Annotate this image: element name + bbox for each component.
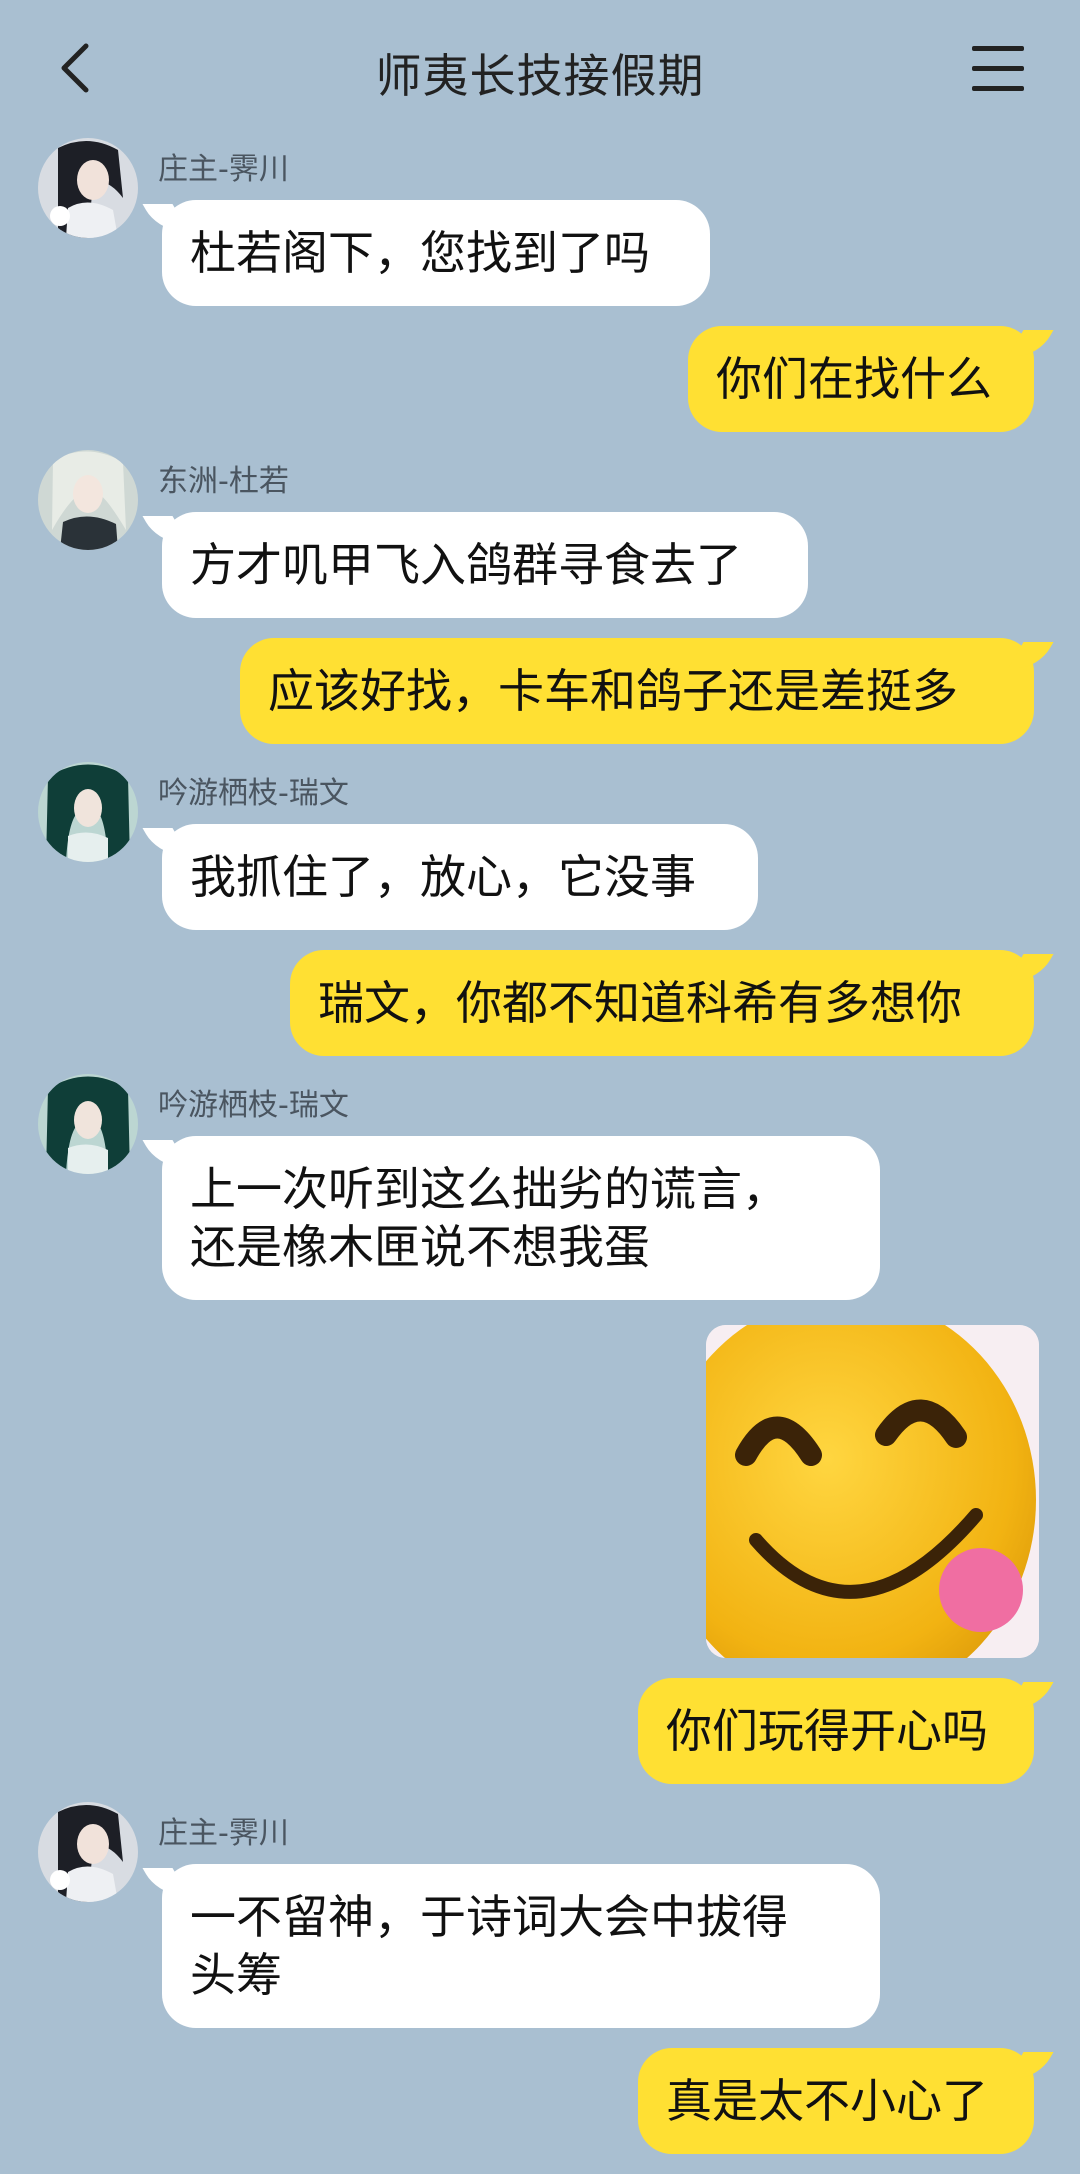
message-bubble[interactable]: 你们在找什么 — [688, 326, 1034, 432]
avatar[interactable] — [38, 1802, 138, 1902]
message-line: 上一次听到这么拙劣的谎言， — [190, 1162, 788, 1216]
avatar-ruiwen-icon — [38, 762, 138, 862]
avatar-duruo-icon — [38, 450, 138, 550]
avatar-jichuan-icon — [38, 138, 138, 238]
avatar[interactable] — [38, 450, 138, 550]
chat-header: 师夷长技接假期 — [0, 0, 1080, 135]
message-bubble[interactable]: 应该好找，卡车和鸽子还是差挺多 — [240, 638, 1034, 744]
smiley-sticker-icon — [706, 1325, 1039, 1658]
chat-title: 师夷长技接假期 — [375, 49, 705, 103]
sticker-image[interactable] — [706, 1325, 1039, 1658]
message-bubble[interactable]: 上一次听到这么拙劣的谎言， 还是橡木匣说不想我蛋 — [162, 1136, 880, 1300]
menu-button[interactable] — [972, 46, 1028, 92]
message-bubble[interactable]: 我抓住了，放心，它没事 — [162, 824, 758, 930]
avatar-ruiwen-icon — [38, 1074, 138, 1174]
menu-icon — [972, 46, 1024, 51]
avatar[interactable] — [38, 762, 138, 862]
message-bubble[interactable]: 瑞文，你都不知道科希有多想你 — [290, 950, 1034, 1056]
sender-name: 庄主-霁川 — [158, 152, 289, 187]
sender-name: 东洲-杜若 — [158, 464, 289, 499]
avatar[interactable] — [38, 138, 138, 238]
message-bubble[interactable]: 一不留神，于诗词大会中拔得 头筹 — [162, 1864, 880, 2028]
message-bubble[interactable]: 杜若阁下，您找到了吗 — [162, 200, 710, 306]
message-bubble[interactable]: 真是太不小心了 — [638, 2048, 1034, 2154]
message-bubble[interactable]: 方才叽甲飞入鸽群寻食去了 — [162, 512, 808, 618]
avatar-jichuan-icon — [38, 1802, 138, 1902]
message-line: 还是橡木匣说不想我蛋 — [190, 1220, 650, 1274]
message-line: 头筹 — [190, 1948, 282, 2002]
sender-name: 吟游栖枝-瑞文 — [158, 776, 349, 811]
message-line: 一不留神，于诗词大会中拔得 — [190, 1890, 788, 1944]
sender-name: 庄主-霁川 — [158, 1816, 289, 1851]
avatar[interactable] — [38, 1074, 138, 1174]
message-bubble[interactable]: 你们玩得开心吗 — [638, 1678, 1034, 1784]
sender-name: 吟游栖枝-瑞文 — [158, 1088, 349, 1123]
